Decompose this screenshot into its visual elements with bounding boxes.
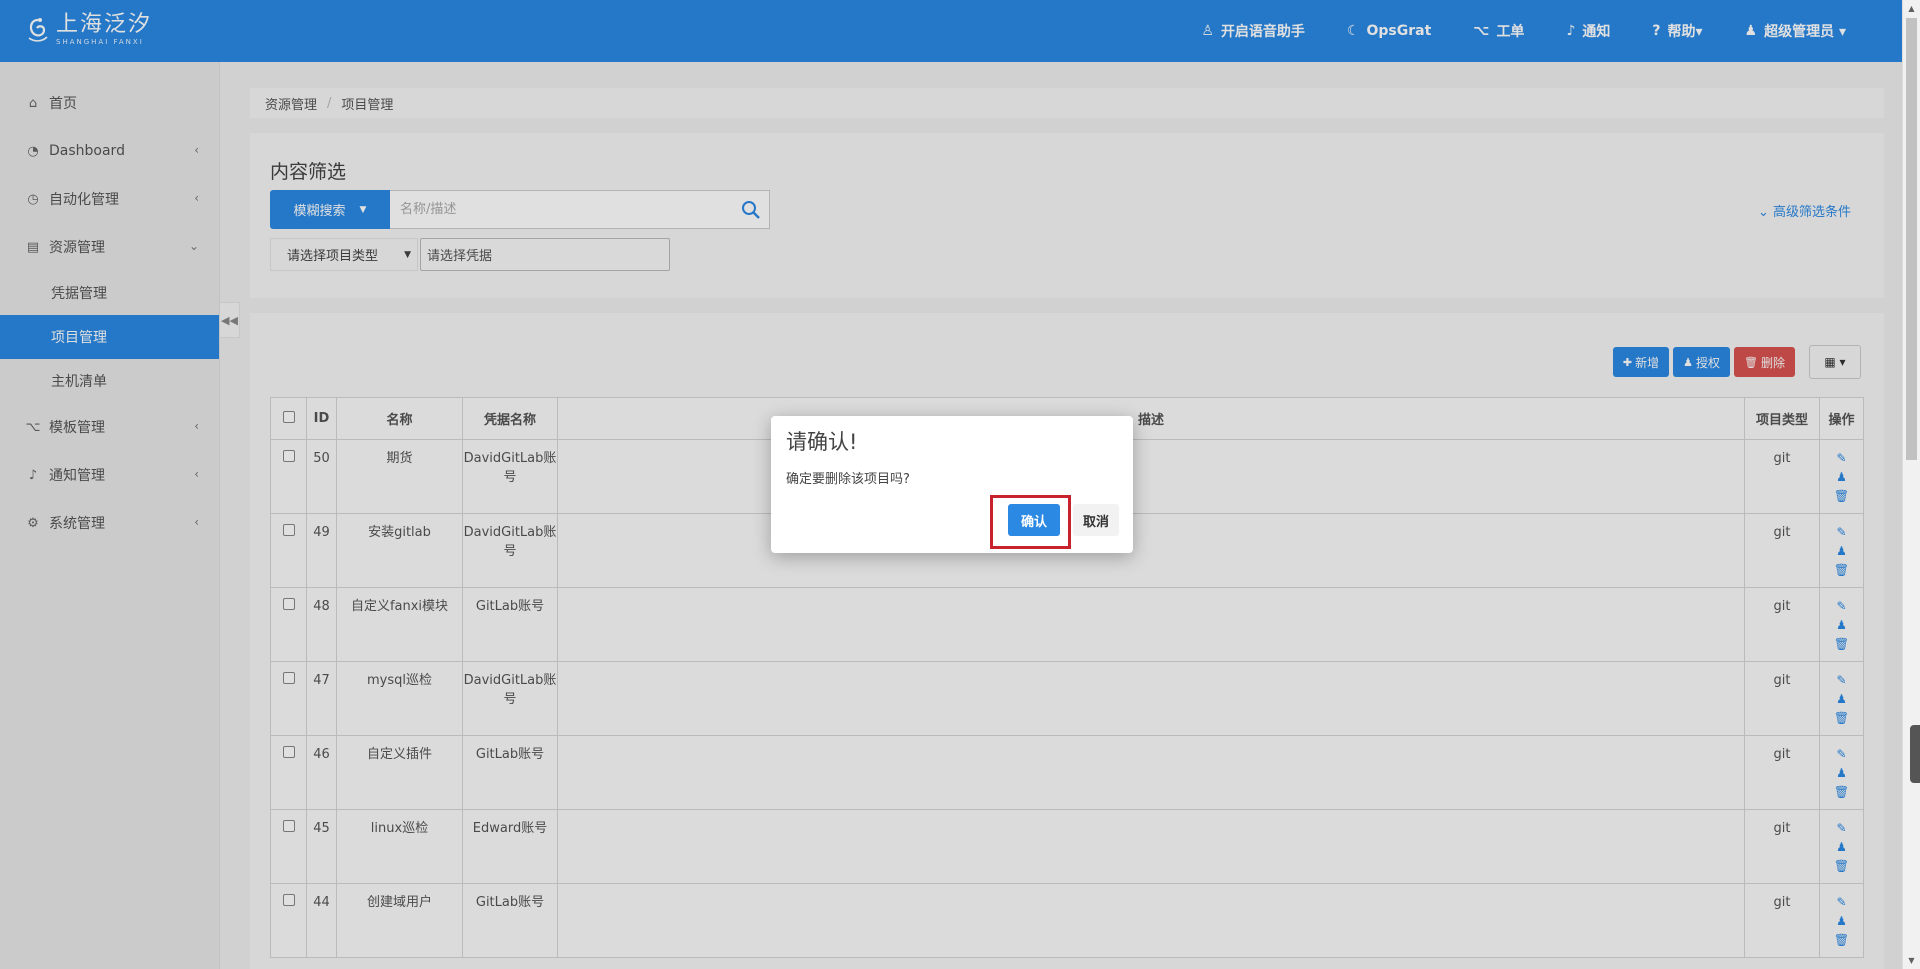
confirm-dialog: 请确认! 确定要删除该项目吗? 确认 取消 <box>771 416 1133 553</box>
confirm-button[interactable]: 确认 <box>1008 504 1060 536</box>
side-panel-grip[interactable] <box>1910 725 1920 783</box>
cancel-button[interactable]: 取消 <box>1073 504 1119 536</box>
scroll-down-arrow-icon[interactable]: ▼ <box>1903 952 1920 969</box>
dialog-message: 确定要删除该项目吗? <box>786 472 910 487</box>
scroll-up-arrow-icon[interactable]: ▲ <box>1903 0 1920 17</box>
scrollbar-thumb[interactable] <box>1906 18 1917 460</box>
page-scrollbar[interactable]: ▲ ▼ <box>1902 0 1920 969</box>
dialog-title: 请确认! <box>786 430 858 454</box>
